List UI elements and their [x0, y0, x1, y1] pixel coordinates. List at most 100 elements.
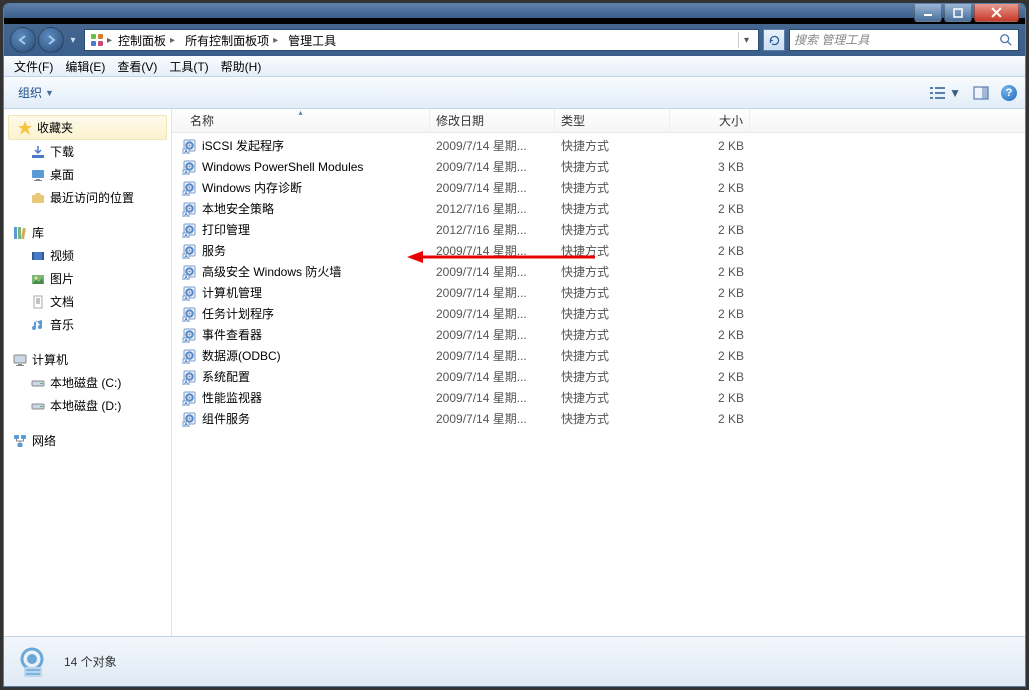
nav-history-dropdown[interactable]: ▾	[66, 30, 80, 50]
breadcrumb-label: 控制面板	[118, 32, 166, 49]
toolbar: 组织 ▼ ▼ ?	[4, 77, 1025, 109]
menu-view[interactable]: 查看(V)	[111, 56, 163, 77]
menu-tools[interactable]: 工具(T)	[163, 56, 214, 77]
file-name: 计算机管理	[202, 284, 262, 301]
file-row[interactable]: 事件查看器 2009/7/14 星期... 快捷方式 2 KB	[172, 324, 1025, 345]
sort-ascending-icon: ▴	[298, 108, 302, 117]
favorites-header[interactable]: 收藏夹	[8, 115, 167, 140]
file-name: 系统配置	[202, 368, 250, 385]
file-name: 服务	[202, 242, 226, 259]
file-row[interactable]: 本地安全策略 2012/7/16 星期... 快捷方式 2 KB	[172, 198, 1025, 219]
sidebar-item-music[interactable]: 音乐	[4, 313, 171, 336]
chevron-right-icon[interactable]: ▸	[168, 35, 177, 46]
document-icon	[30, 294, 46, 310]
file-name: 本地安全策略	[202, 200, 274, 217]
sidebar-item-label: 视频	[50, 247, 74, 264]
organize-button[interactable]: 组织 ▼	[12, 82, 60, 103]
file-type: 快捷方式	[555, 389, 670, 406]
column-header-size[interactable]: 大小	[670, 109, 750, 132]
file-name: Windows PowerShell Modules	[202, 160, 363, 174]
navigation-pane[interactable]: 收藏夹 下载 桌面 最近访问的位置 库	[4, 109, 172, 636]
computer-label: 计算机	[32, 351, 68, 368]
file-name: 数据源(ODBC)	[202, 347, 281, 364]
file-row[interactable]: 数据源(ODBC) 2009/7/14 星期... 快捷方式 2 KB	[172, 345, 1025, 366]
sidebar-item-drive-d[interactable]: 本地磁盘 (D:)	[4, 394, 171, 417]
file-row[interactable]: 任务计划程序 2009/7/14 星期... 快捷方式 2 KB	[172, 303, 1025, 324]
network-icon	[12, 433, 28, 449]
column-header-type[interactable]: 类型	[555, 109, 670, 132]
chevron-right-icon[interactable]: ▸	[105, 35, 114, 46]
file-date: 2009/7/14 星期...	[430, 410, 555, 427]
menu-edit[interactable]: 编辑(E)	[59, 56, 111, 77]
file-row[interactable]: iSCSI 发起程序 2009/7/14 星期... 快捷方式 2 KB	[172, 135, 1025, 156]
menu-help[interactable]: 帮助(H)	[215, 56, 268, 77]
search-icon[interactable]	[998, 32, 1014, 48]
chevron-down-icon: ▼	[949, 86, 961, 100]
breadcrumb-item[interactable]: 控制面板▸	[114, 30, 181, 50]
file-row[interactable]: 系统配置 2009/7/14 星期... 快捷方式 2 KB	[172, 366, 1025, 387]
control-panel-icon	[89, 32, 105, 48]
menu-file[interactable]: 文件(F)	[8, 56, 59, 77]
address-dropdown[interactable]: ▾	[738, 32, 754, 48]
file-date: 2009/7/14 星期...	[430, 158, 555, 175]
titlebar[interactable]	[4, 4, 1025, 18]
explorer-window: ▾ ▸ 控制面板▸ 所有控制面板项▸ 管理工具 ▾ 文件(F) 编辑(E)	[3, 3, 1026, 687]
file-row[interactable]: 组件服务 2009/7/14 星期... 快捷方式 2 KB	[172, 408, 1025, 429]
address-bar[interactable]: ▸ 控制面板▸ 所有控制面板项▸ 管理工具 ▾	[84, 29, 759, 51]
file-type: 快捷方式	[555, 326, 670, 343]
file-name: 打印管理	[202, 221, 250, 238]
file-date: 2009/7/14 星期...	[430, 284, 555, 301]
sidebar-item-videos[interactable]: 视频	[4, 244, 171, 267]
file-list-pane: 名称 ▴ 修改日期 类型 大小 iSCSI 发起程序 2009/7/14 星期.…	[172, 109, 1025, 636]
column-header-name[interactable]: 名称 ▴	[172, 109, 430, 132]
chevron-right-icon[interactable]: ▸	[271, 35, 280, 46]
file-row[interactable]: 服务 2009/7/14 星期... 快捷方式 2 KB	[172, 240, 1025, 261]
breadcrumb-item[interactable]: 所有控制面板项▸	[181, 30, 284, 50]
help-button[interactable]: ?	[1001, 85, 1017, 101]
file-list[interactable]: iSCSI 发起程序 2009/7/14 星期... 快捷方式 2 KB Win…	[172, 133, 1025, 429]
sidebar-item-desktop[interactable]: 桌面	[4, 163, 171, 186]
sidebar-item-recent[interactable]: 最近访问的位置	[4, 186, 171, 209]
sidebar-item-pictures[interactable]: 图片	[4, 267, 171, 290]
shortcut-icon	[182, 222, 198, 238]
network-header[interactable]: 网络	[4, 429, 171, 452]
sidebar-item-label: 下载	[50, 143, 74, 160]
sidebar-item-drive-c[interactable]: 本地磁盘 (C:)	[4, 371, 171, 394]
file-row[interactable]: 性能监视器 2009/7/14 星期... 快捷方式 2 KB	[172, 387, 1025, 408]
file-row[interactable]: 高级安全 Windows 防火墙 2009/7/14 星期... 快捷方式 2 …	[172, 261, 1025, 282]
sidebar-item-label: 音乐	[50, 316, 74, 333]
search-input[interactable]	[794, 33, 998, 47]
file-row[interactable]: 打印管理 2012/7/16 星期... 快捷方式 2 KB	[172, 219, 1025, 240]
file-row[interactable]: Windows 内存诊断 2009/7/14 星期... 快捷方式 2 KB	[172, 177, 1025, 198]
computer-group: 计算机 本地磁盘 (C:) 本地磁盘 (D:)	[4, 348, 171, 417]
admin-tools-icon	[16, 643, 54, 681]
breadcrumb-item[interactable]: 管理工具	[284, 30, 340, 50]
forward-button[interactable]	[38, 27, 64, 53]
libraries-header[interactable]: 库	[4, 221, 171, 244]
maximize-button[interactable]	[944, 4, 972, 22]
search-box[interactable]	[789, 29, 1019, 51]
picture-icon	[30, 271, 46, 287]
shortcut-icon	[182, 180, 198, 196]
file-row[interactable]: 计算机管理 2009/7/14 星期... 快捷方式 2 KB	[172, 282, 1025, 303]
close-button[interactable]	[974, 4, 1019, 22]
refresh-button[interactable]	[763, 29, 785, 51]
sidebar-item-downloads[interactable]: 下载	[4, 140, 171, 163]
libraries-group: 库 视频 图片 文档 音乐	[4, 221, 171, 336]
column-label: 名称	[190, 112, 214, 129]
back-button[interactable]	[10, 27, 36, 53]
file-type: 快捷方式	[555, 368, 670, 385]
sidebar-item-label: 图片	[50, 270, 74, 287]
file-row[interactable]: Windows PowerShell Modules 2009/7/14 星期.…	[172, 156, 1025, 177]
desktop-icon	[30, 167, 46, 183]
sidebar-item-documents[interactable]: 文档	[4, 290, 171, 313]
preview-pane-button[interactable]	[973, 85, 989, 101]
shortcut-icon	[182, 390, 198, 406]
view-mode-button[interactable]: ▼	[929, 85, 961, 101]
favorites-label: 收藏夹	[37, 119, 73, 136]
file-size: 2 KB	[670, 328, 750, 342]
file-name: 组件服务	[202, 410, 250, 427]
computer-header[interactable]: 计算机	[4, 348, 171, 371]
minimize-button[interactable]	[914, 4, 942, 22]
column-header-date[interactable]: 修改日期	[430, 109, 555, 132]
